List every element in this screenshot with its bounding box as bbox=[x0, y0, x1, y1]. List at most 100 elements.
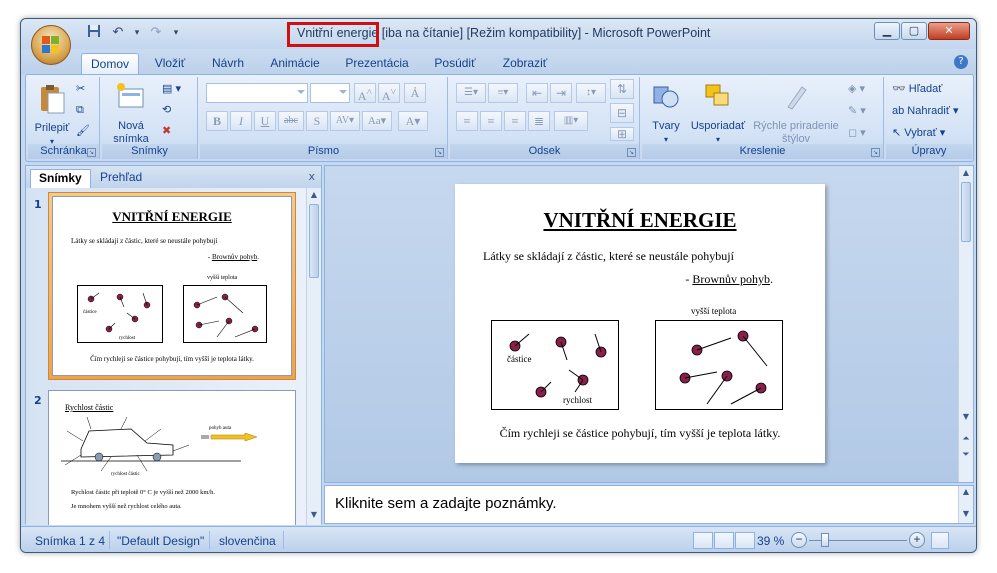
italic-icon[interactable]: I bbox=[230, 111, 252, 131]
new-slide-button[interactable]: Nová snímka bbox=[108, 81, 154, 146]
bold-icon[interactable]: B bbox=[206, 111, 228, 131]
increase-indent-icon[interactable]: ⇥ bbox=[550, 83, 572, 103]
tab-outline[interactable]: Prehľad bbox=[92, 169, 150, 188]
copy-icon[interactable]: ⧉ bbox=[76, 102, 84, 118]
find-button[interactable]: 👓 Hľadať bbox=[892, 81, 942, 97]
layout-icon[interactable]: ▤ ▾ bbox=[162, 81, 181, 97]
tab-zobrazit[interactable]: Zobraziť bbox=[495, 53, 555, 75]
notes-scrollbar[interactable]: ▲ ▼ bbox=[958, 486, 973, 523]
scroll-up-icon[interactable]: ▲ bbox=[309, 190, 319, 202]
zoom-in-icon[interactable]: + bbox=[909, 532, 925, 548]
dialog-launcher-icon[interactable]: ↘ bbox=[435, 148, 444, 157]
thumbnails-scrollbar[interactable]: ▲ ▼ bbox=[306, 188, 321, 525]
justify-icon[interactable]: ≣ bbox=[528, 111, 550, 131]
dialog-launcher-icon[interactable]: ↘ bbox=[627, 148, 636, 157]
grow-font-icon[interactable]: A˄ bbox=[354, 83, 376, 103]
align-right-icon[interactable]: ≡ bbox=[504, 111, 526, 131]
current-slide[interactable]: VNITŘNÍ ENERGIE Látky se skládají z část… bbox=[455, 184, 825, 463]
powerpoint-window: ↶ ▾ ↷ ▾ Vnitřní energie [iba na čítanie]… bbox=[20, 18, 977, 553]
save-icon[interactable] bbox=[85, 24, 103, 42]
scroll-up-icon[interactable]: ▲ bbox=[961, 168, 971, 180]
reset-icon[interactable]: ⟲ bbox=[162, 102, 171, 118]
shrink-font-icon[interactable]: A˅ bbox=[378, 83, 400, 103]
align-text-icon[interactable]: ⊟ bbox=[610, 103, 634, 123]
fit-to-window-icon[interactable] bbox=[931, 532, 949, 549]
shape-effects-icon[interactable]: ◻ ▾ bbox=[848, 125, 866, 141]
format-painter-icon[interactable]: 🖌 bbox=[76, 123, 90, 139]
cut-icon[interactable]: ✂ bbox=[76, 81, 85, 97]
shadow-icon[interactable]: S bbox=[306, 111, 328, 131]
paste-button[interactable]: Prilepiť ▾ bbox=[32, 83, 72, 148]
change-case-icon[interactable]: Aa▾ bbox=[362, 111, 392, 131]
slide-scrollbar[interactable]: ▲ ▼ ⏶ ⏷ bbox=[958, 166, 973, 482]
strikethrough-icon[interactable]: abc bbox=[278, 111, 304, 131]
line-spacing-icon[interactable]: ↕▾ bbox=[576, 83, 606, 103]
tab-posudit[interactable]: Posúdiť bbox=[427, 53, 483, 75]
normal-view-icon[interactable] bbox=[693, 532, 713, 549]
redo-icon[interactable]: ↷ bbox=[147, 24, 165, 42]
replace-button[interactable]: ab Nahradiť ▾ bbox=[892, 103, 959, 119]
underline-icon[interactable]: U bbox=[254, 111, 276, 131]
arrange-button[interactable]: Usporiadať ▾ bbox=[688, 81, 748, 146]
quick-styles-button[interactable]: Rýchle priradenie štýlov bbox=[750, 81, 842, 146]
tab-slides[interactable]: Snímky bbox=[30, 169, 91, 188]
slideshow-icon[interactable] bbox=[735, 532, 755, 549]
group-slides: Nová snímka ▤ ▾ ⟲ ✖ Snímky bbox=[102, 77, 198, 159]
language-indicator[interactable]: slovenčina bbox=[219, 534, 276, 548]
scroll-down-icon[interactable]: ▼ bbox=[961, 412, 971, 424]
numbering-icon[interactable]: ≡▾ bbox=[488, 83, 518, 103]
notes-pane[interactable]: Kliknite sem a zadajte poznámky. ▲ ▼ bbox=[324, 485, 974, 524]
maximize-button[interactable]: ▢ bbox=[901, 22, 927, 40]
tab-navrh[interactable]: Návrh bbox=[205, 53, 251, 75]
tab-vlozit[interactable]: Vložiť bbox=[145, 53, 195, 75]
status-bar: Snímka 1 z 4 "Default Design" slovenčina… bbox=[21, 526, 976, 552]
previous-slide-icon[interactable]: ⏶ bbox=[961, 434, 971, 446]
scroll-thumb[interactable] bbox=[309, 204, 319, 278]
select-button[interactable]: ↖ Vybrať ▾ bbox=[892, 125, 945, 141]
group-label-slides: Snímky bbox=[102, 144, 197, 159]
office-button[interactable] bbox=[31, 25, 71, 65]
tab-animacie[interactable]: Animácie bbox=[265, 53, 325, 75]
shape-fill-icon[interactable]: ◈ ▾ bbox=[848, 81, 865, 97]
ribbon-tabs: Domov Vložiť Návrh Animácie Prezentácia … bbox=[21, 49, 976, 75]
bullets-icon[interactable]: ☰▾ bbox=[456, 83, 486, 103]
shape-outline-icon[interactable]: ✎ ▾ bbox=[848, 103, 866, 119]
help-icon[interactable]: ? bbox=[954, 55, 968, 69]
next-slide-icon[interactable]: ⏷ bbox=[961, 450, 971, 462]
slide-thumbnail-2[interactable]: Rychlost částic pohyb auta rychlost část… bbox=[48, 390, 296, 525]
character-spacing-icon[interactable]: AV▾ bbox=[330, 111, 360, 131]
scroll-up-icon[interactable]: ▲ bbox=[961, 487, 971, 499]
scroll-down-icon[interactable]: ▼ bbox=[961, 509, 971, 521]
chevron-down-icon[interactable]: ▾ bbox=[133, 24, 141, 42]
tab-prezentacia[interactable]: Prezentácia bbox=[339, 53, 415, 75]
font-family-combo[interactable] bbox=[206, 83, 308, 103]
zoom-out-icon[interactable]: − bbox=[791, 532, 807, 548]
smartart-icon[interactable]: ⊞ bbox=[610, 127, 634, 141]
decrease-indent-icon[interactable]: ⇤ bbox=[526, 83, 548, 103]
scroll-thumb[interactable] bbox=[961, 182, 971, 242]
delete-slide-icon[interactable]: ✖ bbox=[162, 123, 171, 139]
scroll-down-icon[interactable]: ▼ bbox=[309, 510, 319, 522]
minimize-button[interactable]: ▁ bbox=[874, 22, 900, 40]
zoom-level[interactable]: 39 % bbox=[757, 534, 784, 548]
slide-thumbnail-1[interactable]: VNITŘNÍ ENERGIE Látky se skládají z část… bbox=[48, 192, 296, 380]
close-pane-icon[interactable]: x bbox=[308, 170, 315, 183]
font-size-combo[interactable] bbox=[310, 83, 350, 103]
dialog-launcher-icon[interactable]: ↘ bbox=[87, 148, 96, 157]
close-button[interactable]: ✕ bbox=[928, 22, 970, 40]
text-direction-icon[interactable]: ⇅ bbox=[610, 79, 634, 99]
clear-formatting-icon[interactable]: Ả bbox=[404, 83, 426, 103]
undo-icon[interactable]: ↶ bbox=[109, 24, 127, 42]
zoom-slider-thumb[interactable] bbox=[821, 533, 829, 547]
customize-qat-icon[interactable]: ▾ bbox=[171, 24, 181, 42]
columns-icon[interactable]: ▥▾ bbox=[554, 111, 588, 131]
shapes-label: Tvary bbox=[652, 120, 680, 132]
dialog-launcher-icon[interactable]: ↘ bbox=[871, 148, 880, 157]
align-left-icon[interactable]: ≡ bbox=[456, 111, 478, 131]
align-center-icon[interactable]: ≡ bbox=[480, 111, 502, 131]
slide-sorter-icon[interactable] bbox=[714, 532, 734, 549]
shapes-button[interactable]: Tvary ▾ bbox=[646, 81, 686, 146]
status-separator bbox=[209, 531, 210, 549]
font-color-icon[interactable]: A▾ bbox=[398, 111, 428, 131]
tab-domov[interactable]: Domov bbox=[81, 53, 139, 75]
